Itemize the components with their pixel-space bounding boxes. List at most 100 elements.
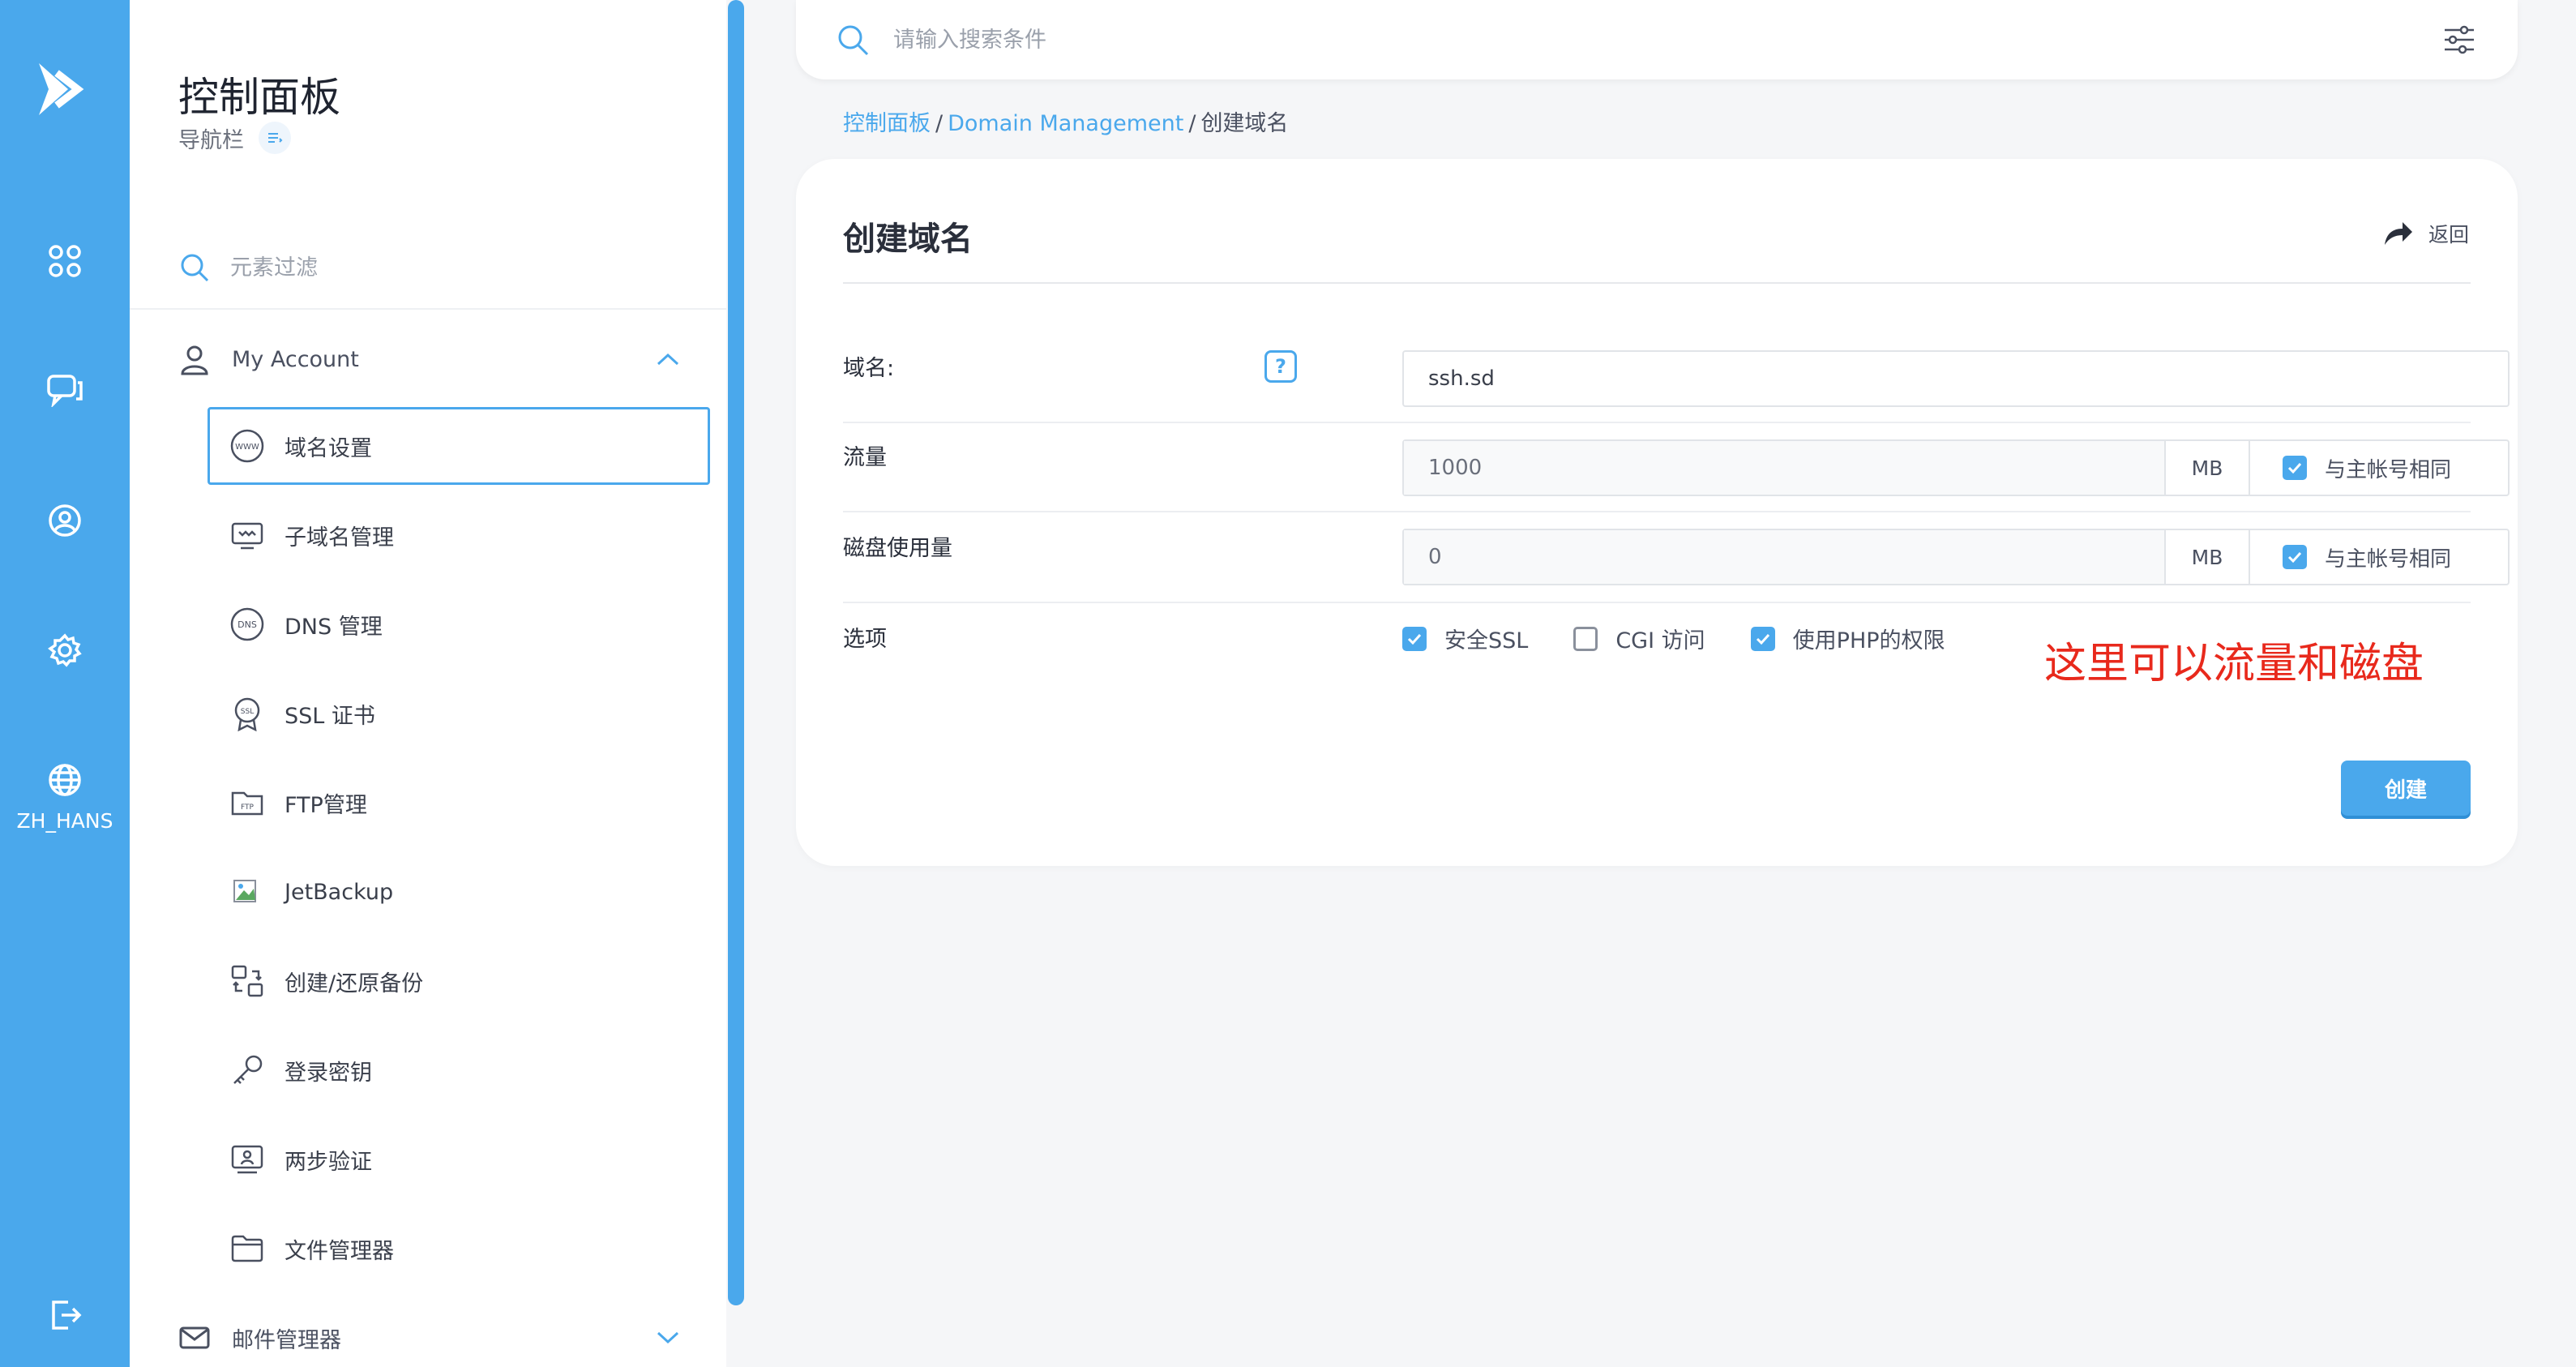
back-button[interactable]: 返回 xyxy=(2381,219,2469,248)
nav-item-label: 登录密钥 xyxy=(285,1060,372,1086)
logo[interactable] xyxy=(0,57,130,122)
checkbox-checked-icon[interactable] xyxy=(2283,545,2307,569)
backup-icon xyxy=(228,962,267,1001)
nav-panel: 控制面板 导航栏 My Account WWW 域名设置 xyxy=(130,0,726,1367)
chevron-down-icon xyxy=(657,1331,679,1344)
disk-field: 0 MB 与主帐号相同 xyxy=(1402,529,2510,585)
logo-chevron-icon xyxy=(39,63,84,115)
mail-manager-label: 邮件管理器 xyxy=(232,1327,341,1353)
chat-icon[interactable] xyxy=(0,371,130,407)
nav-item-dns[interactable]: DNS DNS 管理 xyxy=(208,585,710,663)
row-divider xyxy=(843,602,2471,603)
option-label: 安全SSL xyxy=(1444,628,1529,654)
nav-item-domain-settings[interactable]: WWW 域名设置 xyxy=(208,407,710,485)
svg-text:FTP: FTP xyxy=(241,803,255,812)
disk-same-as-main[interactable]: 与主帐号相同 xyxy=(2249,530,2508,584)
nav-filter-input[interactable] xyxy=(230,255,635,281)
folder-icon xyxy=(228,1229,267,1268)
dashboard-icon[interactable] xyxy=(0,243,130,279)
nav-item-backup[interactable]: 创建/还原备份 xyxy=(208,942,710,1020)
disk-input[interactable]: 0 xyxy=(1404,530,2164,584)
icon-rail: ZH_HANS xyxy=(0,0,130,1367)
nav-item-login-key[interactable]: 登录密钥 xyxy=(208,1031,710,1109)
nav-item-label: 文件管理器 xyxy=(285,1238,394,1264)
nav-item-file-manager[interactable]: 文件管理器 xyxy=(208,1210,710,1288)
nav-item-two-step[interactable]: 两步验证 xyxy=(208,1121,710,1198)
search-icon xyxy=(181,254,209,282)
breadcrumb-home-link[interactable]: 控制面板 xyxy=(843,111,931,136)
traffic-field: 1000 MB 与主帐号相同 xyxy=(1402,439,2510,496)
share-arrow-icon xyxy=(2384,222,2412,245)
collapse-nav-icon[interactable] xyxy=(259,122,291,154)
checkbox-checked-icon[interactable] xyxy=(1402,626,1427,651)
option-cgi[interactable]: CGI 访问 xyxy=(1573,623,1705,654)
option-label: CGI 访问 xyxy=(1615,628,1705,654)
create-button[interactable]: 创建 xyxy=(2341,761,2471,816)
traffic-input[interactable]: 1000 xyxy=(1404,441,2164,495)
nav-scrollbar[interactable] xyxy=(728,0,744,1305)
page-title: 创建域名 xyxy=(843,221,973,258)
nav-item-label: 域名设置 xyxy=(285,435,372,461)
nav-item-label: 创建/还原备份 xyxy=(285,971,424,996)
option-php[interactable]: 使用PHP的权限 xyxy=(1750,623,1945,654)
options-group: 安全SSL CGI 访问 使用PHP的权限 xyxy=(1402,623,1991,654)
language-switcher[interactable]: ZH_HANS xyxy=(0,762,130,833)
traffic-unit: MB xyxy=(2164,441,2249,495)
nav-item-label: DNS 管理 xyxy=(285,614,383,640)
traffic-same-as-main[interactable]: 与主帐号相同 xyxy=(2249,441,2508,495)
same-as-main-label: 与主帐号相同 xyxy=(2325,457,2452,482)
language-label: ZH_HANS xyxy=(16,809,113,833)
two-step-icon xyxy=(228,1140,267,1179)
nav-item-jetbackup[interactable]: JetBackup xyxy=(208,853,710,931)
title-divider xyxy=(843,282,2471,284)
nav-divider xyxy=(130,308,726,310)
checkbox-checked-icon[interactable] xyxy=(2283,456,2307,480)
svg-text:DNS: DNS xyxy=(237,619,257,630)
ftp-folder-icon: FTP xyxy=(228,783,267,822)
top-search-bar xyxy=(796,0,2518,79)
my-account-label: My Account xyxy=(232,346,359,372)
red-annotation: 这里可以流量和磁盘 xyxy=(2044,640,2424,688)
nav-item-label: 子域名管理 xyxy=(285,525,394,551)
global-search-input[interactable] xyxy=(893,27,2441,53)
nav-item-ftp[interactable]: FTP FTP管理 xyxy=(208,764,710,842)
disk-unit: MB xyxy=(2164,530,2249,584)
gear-icon[interactable] xyxy=(0,632,130,668)
disk-label: 磁盘使用量 xyxy=(843,536,952,561)
same-as-main-label: 与主帐号相同 xyxy=(2325,546,2452,572)
option-ssl[interactable]: 安全SSL xyxy=(1402,623,1528,654)
nav-item-label: FTP管理 xyxy=(285,792,367,818)
logout-icon[interactable] xyxy=(0,1297,130,1333)
search-icon xyxy=(838,25,869,56)
user-icon xyxy=(181,345,208,375)
nav-subtitle-label: 导航栏 xyxy=(178,127,244,153)
breadcrumb-current: 创建域名 xyxy=(1200,111,1289,136)
chevron-up-icon xyxy=(657,353,679,366)
domain-input[interactable]: ssh.sd xyxy=(1404,352,2508,405)
traffic-label: 流量 xyxy=(843,445,887,470)
create-domain-card: 创建域名 返回 域名: ? ssh.sd 流量 1000 MB 与主帐号相同 磁… xyxy=(796,159,2518,866)
checkbox-checked-icon[interactable] xyxy=(1750,626,1775,651)
mail-manager-toggle[interactable]: 邮件管理器 xyxy=(178,1313,681,1362)
account-menu: WWW 域名设置 子域名管理 DNS DNS 管理 SSL SSL 证书 FTP xyxy=(208,407,710,1299)
row-divider xyxy=(843,511,2471,512)
help-icon[interactable]: ? xyxy=(1264,350,1297,383)
checkbox-unchecked-icon[interactable] xyxy=(1573,626,1598,651)
key-icon xyxy=(228,1051,267,1090)
nav-item-subdomains[interactable]: 子域名管理 xyxy=(208,496,710,574)
mail-icon xyxy=(179,1326,210,1349)
subdomain-icon xyxy=(228,516,267,555)
domain-field[interactable]: ssh.sd xyxy=(1402,350,2510,407)
breadcrumb-section-link[interactable]: Domain Management xyxy=(948,111,1183,136)
svg-text:SSL: SSL xyxy=(241,708,254,716)
back-label: 返回 xyxy=(2428,223,2469,246)
filter-settings-icon[interactable] xyxy=(2441,24,2477,56)
nav-filter xyxy=(178,243,681,292)
nav-item-ssl[interactable]: SSL SSL 证书 xyxy=(208,675,710,752)
broken-image-icon xyxy=(228,872,267,911)
dns-icon: DNS xyxy=(228,605,267,644)
my-account-toggle[interactable]: My Account xyxy=(178,332,681,386)
ssl-icon: SSL xyxy=(228,694,267,733)
nav-title: 控制面板 xyxy=(178,74,340,121)
user-circle-icon[interactable] xyxy=(0,503,130,538)
